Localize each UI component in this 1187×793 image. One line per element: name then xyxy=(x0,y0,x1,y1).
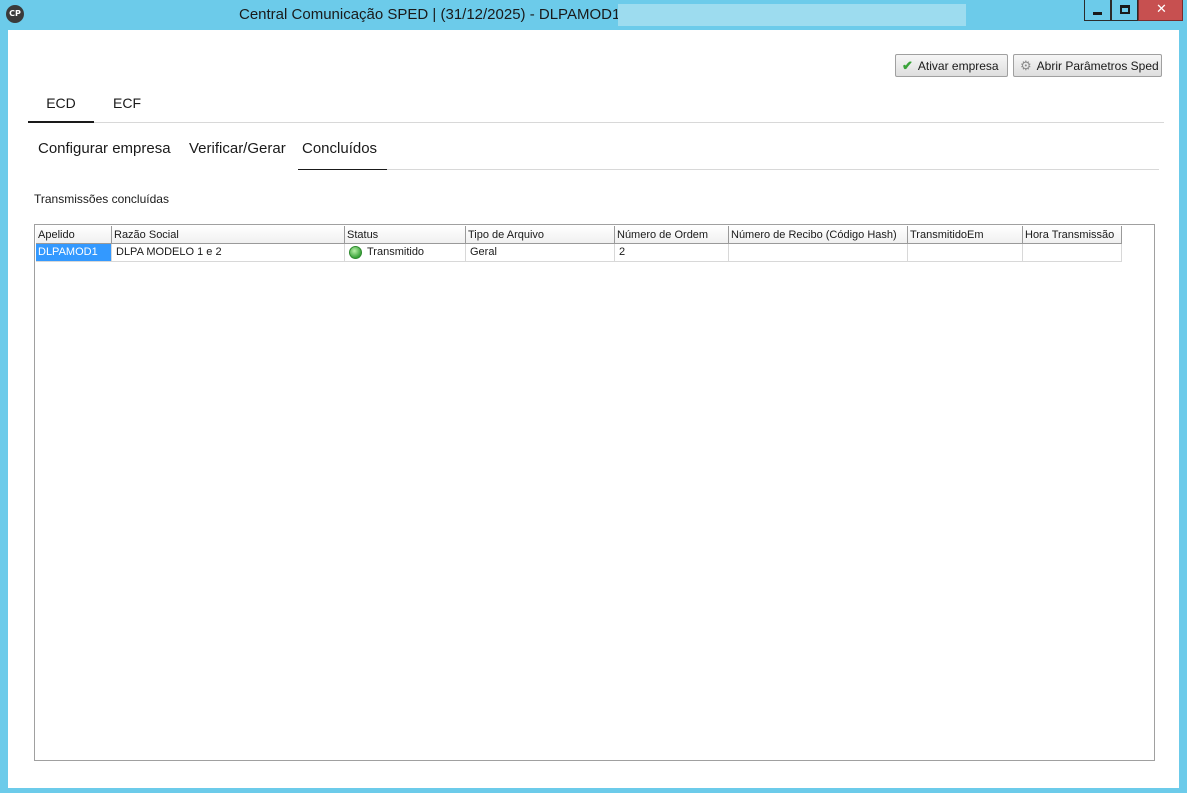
abrir-parametros-label: Abrir Parâmetros Sped xyxy=(1036,58,1159,73)
table-row[interactable]: DLPAMOD1 DLPA MODELO 1 e 2 Transmitido G… xyxy=(36,244,1122,262)
cell-numero-ordem[interactable]: 2 xyxy=(615,244,729,262)
abrir-parametros-button[interactable]: ⚙ Abrir Parâmetros Sped xyxy=(1013,54,1162,77)
transmissions-grid[interactable]: Apelido Razão Social Status Tipo de Arqu… xyxy=(34,224,1155,761)
status-ok-icon xyxy=(349,246,362,259)
minimize-button[interactable] xyxy=(1084,0,1111,21)
sub-tabs-divider xyxy=(387,169,1159,170)
section-title: Transmissões concluídas xyxy=(34,192,169,206)
cell-apelido[interactable]: DLPAMOD1 xyxy=(36,244,112,262)
app-logo-icon: CP xyxy=(6,5,24,23)
cell-status[interactable]: Transmitido xyxy=(345,244,466,262)
ativar-empresa-label: Ativar empresa xyxy=(917,58,999,73)
cell-status-text: Transmitido xyxy=(367,246,425,258)
app-window: CP Central Comunicação SPED | (31/12/202… xyxy=(0,0,1187,793)
cell-tipo-arquivo[interactable]: Geral xyxy=(466,244,615,262)
redacted-title-area xyxy=(618,4,966,26)
column-header-razao-social[interactable]: Razão Social xyxy=(112,226,345,244)
maximize-icon xyxy=(1120,5,1130,14)
tab-concluidos[interactable]: Concluídos xyxy=(298,138,387,170)
grid-header: Apelido Razão Social Status Tipo de Arqu… xyxy=(36,226,1122,244)
minimize-icon xyxy=(1093,12,1102,15)
cell-hora-transmissao[interactable] xyxy=(1023,244,1122,262)
column-header-tipo-arquivo[interactable]: Tipo de Arquivo xyxy=(466,226,615,244)
column-header-transmitido-em[interactable]: TransmitidoEm xyxy=(908,226,1023,244)
close-icon: ✕ xyxy=(1156,2,1167,17)
column-header-status[interactable]: Status xyxy=(345,226,466,244)
maximize-button[interactable] xyxy=(1111,0,1138,21)
tab-ecf[interactable]: ECF xyxy=(100,90,154,123)
column-header-hora-transmissao[interactable]: Hora Transmissão xyxy=(1023,226,1122,244)
column-header-apelido[interactable]: Apelido xyxy=(36,226,112,244)
close-button[interactable]: ✕ xyxy=(1138,0,1183,21)
column-header-numero-recibo[interactable]: Número de Recibo (Código Hash) xyxy=(729,226,908,244)
cell-razao-social[interactable]: DLPA MODELO 1 e 2 xyxy=(112,244,345,262)
tab-verificar-gerar[interactable]: Verificar/Gerar xyxy=(189,138,286,170)
tab-ecd[interactable]: ECD xyxy=(28,90,94,123)
column-header-numero-ordem[interactable]: Número de Ordem xyxy=(615,226,729,244)
title-bar[interactable]: CP Central Comunicação SPED | (31/12/202… xyxy=(0,0,1187,30)
tab-configurar-empresa[interactable]: Configurar empresa xyxy=(38,138,171,170)
main-tabs-divider xyxy=(94,122,1164,123)
cell-transmitido-em[interactable] xyxy=(908,244,1023,262)
ativar-empresa-button[interactable]: ✔ Ativar empresa xyxy=(895,54,1008,77)
client-area: ✔ Ativar empresa ⚙ Abrir Parâmetros Sped… xyxy=(8,30,1179,788)
gear-icon: ⚙ xyxy=(1020,58,1032,73)
window-title: Central Comunicação SPED | (31/12/2025) … xyxy=(239,6,630,23)
checkmark-icon: ✔ xyxy=(902,58,913,73)
cell-numero-recibo[interactable] xyxy=(729,244,908,262)
